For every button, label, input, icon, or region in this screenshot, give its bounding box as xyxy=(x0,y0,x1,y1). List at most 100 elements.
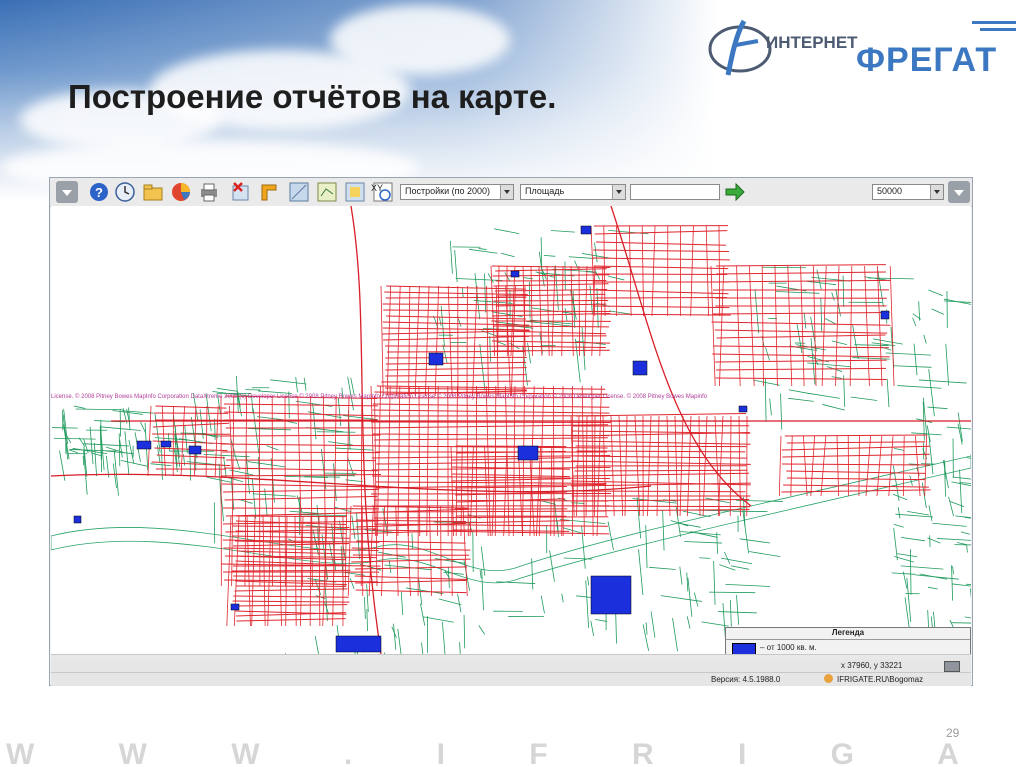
city-map[interactable]: License. © 2008 Pitney Bowes MapInfo Cor… xyxy=(51,206,971,654)
corner-icon[interactable] xyxy=(258,181,280,203)
road-segment xyxy=(69,449,117,452)
large-building-marker xyxy=(590,575,632,615)
road-segment xyxy=(897,385,942,389)
street-segment xyxy=(698,415,701,517)
print-icon[interactable] xyxy=(198,181,220,203)
road-segment xyxy=(500,252,515,258)
road-segment xyxy=(487,273,494,283)
road-segment xyxy=(366,584,369,612)
road-segment xyxy=(233,452,241,471)
large-building-marker xyxy=(73,515,82,524)
road-segment xyxy=(463,614,466,649)
road-segment xyxy=(454,250,458,283)
road-segment xyxy=(928,289,944,297)
road-segment xyxy=(912,317,917,327)
street-segment xyxy=(385,367,527,371)
user-icon xyxy=(824,674,833,683)
road-segment xyxy=(216,387,239,392)
road-segment xyxy=(256,416,284,421)
street-segment xyxy=(592,257,730,261)
large-building-marker xyxy=(738,405,748,413)
road-segment xyxy=(918,379,967,384)
clock-icon[interactable] xyxy=(114,181,136,203)
street-segment xyxy=(574,469,748,472)
coordinate-icon[interactable]: XY xyxy=(370,181,394,203)
road-segment xyxy=(699,557,711,559)
road-segment xyxy=(803,312,807,329)
layer-select[interactable]: Постройки (по 2000) xyxy=(400,184,514,200)
road-segment xyxy=(75,408,123,411)
street-segment xyxy=(710,265,716,387)
road-segment xyxy=(736,595,740,625)
street-segment xyxy=(386,385,391,537)
road-segment xyxy=(560,519,606,524)
street-segment xyxy=(486,285,489,397)
street-segment xyxy=(651,225,656,317)
road-segment xyxy=(796,324,803,354)
street-segment xyxy=(593,249,729,252)
delete-layer-icon[interactable] xyxy=(230,181,252,203)
open-folder-icon[interactable] xyxy=(142,181,164,203)
road-segment xyxy=(822,404,845,411)
road-segment xyxy=(754,289,760,334)
footer-url-watermark: W W W . I F R I G A T E . R U xyxy=(6,738,1024,767)
road-segment xyxy=(550,230,575,233)
road-segment xyxy=(749,551,781,558)
help-icon[interactable]: ? xyxy=(88,181,110,203)
map-layer-icon[interactable] xyxy=(316,181,338,203)
road-segment xyxy=(350,377,355,395)
street-segment xyxy=(224,403,378,407)
back-icon[interactable] xyxy=(56,181,78,203)
street-segment xyxy=(571,460,751,465)
apply-arrow-icon[interactable] xyxy=(724,181,746,203)
street-segment xyxy=(705,225,710,317)
road-segment xyxy=(543,254,556,257)
road-segment xyxy=(245,451,250,494)
road-segment xyxy=(68,449,79,454)
scale-select[interactable]: 50000 xyxy=(872,184,944,200)
large-building-marker xyxy=(335,635,382,653)
road-segment xyxy=(554,265,559,311)
street-segment xyxy=(496,345,606,349)
field-select[interactable]: Площадь xyxy=(520,184,626,200)
collapse-icon[interactable] xyxy=(948,181,970,203)
street-segment xyxy=(221,434,381,437)
tile-icon[interactable] xyxy=(344,181,366,203)
road-segment xyxy=(943,300,971,303)
road-segment xyxy=(931,308,945,315)
road-segment xyxy=(270,379,307,385)
road-segment xyxy=(893,527,898,561)
road-segment xyxy=(936,538,971,541)
footer-band: W W W . I F R I G A T E . R U xyxy=(0,738,1024,767)
street-segment xyxy=(800,265,805,387)
coordinate-toggle-icon[interactable] xyxy=(944,661,960,672)
street-segment xyxy=(774,265,778,387)
pie-chart-icon[interactable] xyxy=(170,181,192,203)
street-segment xyxy=(353,508,469,514)
road-segment xyxy=(420,603,426,626)
road-segment xyxy=(894,365,932,368)
street-segment xyxy=(381,380,531,383)
road-segment xyxy=(764,378,767,422)
road-segment xyxy=(854,344,889,346)
street-segment xyxy=(234,604,348,607)
road-segment xyxy=(907,511,930,516)
road-segment xyxy=(762,266,806,269)
street-segment xyxy=(385,374,527,377)
street-segment xyxy=(641,225,644,317)
road-segment xyxy=(449,240,453,274)
svg-text:?: ? xyxy=(95,185,103,200)
street-segment xyxy=(214,405,219,477)
large-building-marker xyxy=(428,352,444,366)
road-segment xyxy=(957,542,967,545)
street-segment xyxy=(718,225,721,317)
filter-input[interactable] xyxy=(630,184,720,200)
street-segment xyxy=(452,473,570,478)
select-area-icon[interactable] xyxy=(288,181,310,203)
map-canvas[interactable]: License. © 2008 Pitney Bowes MapInfo Cor… xyxy=(51,206,971,654)
road-segment xyxy=(769,398,772,416)
street-segment xyxy=(572,499,750,502)
street-segment xyxy=(234,588,348,592)
road-segment xyxy=(725,583,771,587)
road-segment xyxy=(585,580,590,628)
